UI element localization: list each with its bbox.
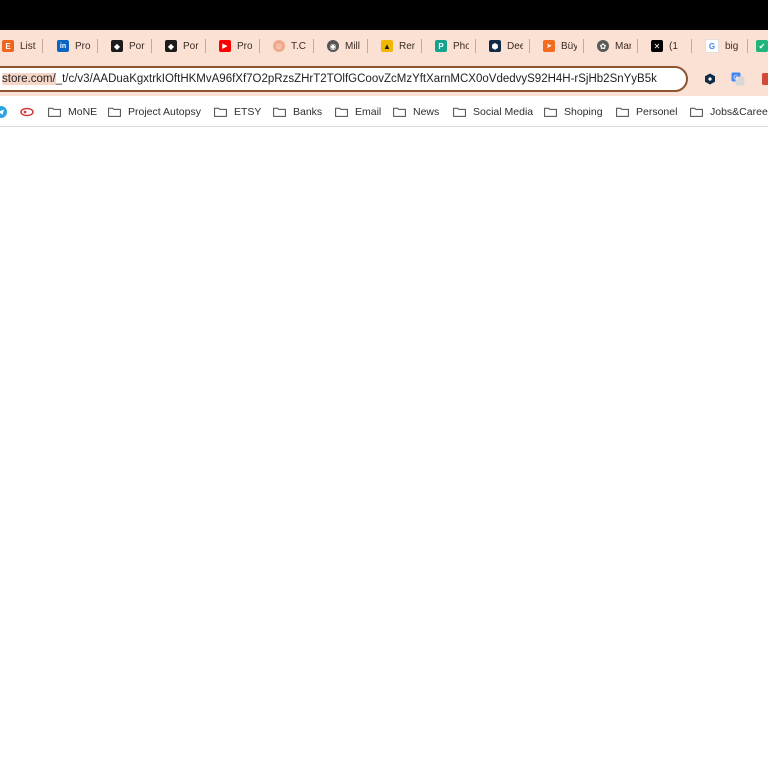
tab-label: List [20,40,36,52]
tab-mill[interactable]: ◉ Mill [327,37,368,55]
bookmark-label: ETSY [234,106,262,118]
arrow-icon: ➤ [543,40,555,52]
portal-icon: ◆ [165,40,177,52]
tab-tc[interactable]: ☺ T.C [273,37,314,55]
bookmark-label: News [413,106,440,118]
bookmark-folder-email[interactable]: Email [335,105,381,119]
bookmark-telegram[interactable] [0,105,7,119]
tab-ren[interactable]: ▲ Ren [381,37,422,55]
face-icon: ☺ [273,40,285,52]
deepl-icon: ⬢ [489,40,501,52]
tab-label: Pro [75,40,91,52]
telegram-icon [0,106,7,118]
bookmark-label: MoNE [68,106,98,118]
tab-label: Mar [615,40,631,52]
openai-icon: ✿ [597,40,609,52]
bookmark-folder-jobs-career[interactable]: Jobs&Career [690,105,768,119]
translate-extension-icon[interactable]: G [731,72,745,86]
tab-capcut[interactable]: ✕ (1 [651,37,692,55]
bookmark-folder-mone[interactable]: MoNE [48,105,97,119]
extension-icon[interactable] [760,72,768,86]
folder-icon [393,107,406,117]
tab-label: Dee [507,40,523,52]
tab-label: Mill [345,40,360,52]
p-icon: P [435,40,447,52]
bookmark-folder-etsy[interactable]: ETSY [214,105,261,119]
tab-deepl[interactable]: ⬢ Dee [489,37,530,55]
bookmarks-bar: MoNE Project Autopsy ETSY Banks Email Ne… [0,96,768,127]
tab-label: Por [129,40,145,52]
tab-strip: E List in Pro ◆ Por ◆ Por ▶ Pro ☺ T.C ◉ … [0,30,768,62]
portal-icon: ◆ [111,40,123,52]
tab-label: Por [183,40,199,52]
folder-icon [214,107,227,117]
tab-portal-2[interactable]: ◆ Por [165,37,206,55]
toolbar: store.com/_t/c/v3/AADuaKgxtrkIOftHKMvA96… [0,62,768,96]
bookmark-folder-social-media[interactable]: Social Media [453,105,533,119]
bookmark-label: Personel [636,106,678,118]
tab-buy[interactable]: ➤ Büy [543,37,584,55]
tab-label: Ren [399,40,415,52]
tab-pho[interactable]: P Pho [435,37,476,55]
bookmark-label: Banks [293,106,323,118]
page-content [0,127,768,768]
tab-label: T.C [291,40,306,52]
youtube-icon: ▶ [219,40,231,52]
tab-youtube[interactable]: ▶ Pro [219,37,260,55]
tab-label: Pho [453,40,469,52]
etsy-icon: E [2,40,14,52]
bookmark-hookah[interactable] [20,105,34,119]
capcut-icon: ✕ [651,40,663,52]
bookmark-folder-shoping[interactable]: Shoping [544,105,603,119]
tab-label: (1 [669,40,678,52]
bookmark-folder-news[interactable]: News [393,105,439,119]
tab-check[interactable]: ✔ [756,37,768,55]
folder-icon [544,107,557,117]
google-icon: G [705,39,719,53]
bookmark-label: Project Autopsy [128,106,201,118]
window-titlebar [0,0,768,30]
folder-icon [690,107,703,117]
bookmark-folder-project-autopsy[interactable]: Project Autopsy [108,105,201,119]
globe-icon: ◉ [327,40,339,52]
tab-google[interactable]: G big [705,37,748,55]
folder-icon [108,107,121,117]
tab-linkedin[interactable]: in Pro [57,37,98,55]
address-bar[interactable]: store.com/_t/c/v3/AADuaKgxtrkIOftHKMvA96… [0,66,688,92]
tab-label: Büy [561,40,577,52]
bookmark-label: Email [355,106,382,118]
bookmark-folder-personel[interactable]: Personel [616,105,677,119]
tab-label: big [725,40,739,52]
folder-icon [453,107,466,117]
hookah-icon [20,107,34,117]
linkedin-icon: in [57,40,69,52]
tab-label: Pro [237,40,253,52]
tab-portal-1[interactable]: ◆ Por [111,37,152,55]
tab-mar[interactable]: ✿ Mar [597,37,638,55]
folder-icon [616,107,629,117]
url-domain: store.com/ [2,73,56,85]
url-text: store.com/_t/c/v3/AADuaKgxtrkIOftHKMvA96… [0,73,657,85]
bookmark-label: Shoping [564,106,603,118]
folder-icon [273,107,286,117]
folder-icon [335,107,348,117]
deepl-extension-icon[interactable] [703,72,717,86]
graduation-icon: ▲ [381,40,393,52]
svg-text:G: G [733,75,738,82]
folder-icon [48,107,61,117]
bookmark-label: Jobs&Career [710,106,768,118]
bookmark-folder-banks[interactable]: Banks [273,105,322,119]
tab-etsy[interactable]: E List [2,37,43,55]
url-path: _t/c/v3/AADuaKgxtrkIOftHKMvA96fXf7O2pRzs… [55,73,657,85]
bookmark-label: Social Media [473,106,534,118]
check-icon: ✔ [756,40,768,52]
